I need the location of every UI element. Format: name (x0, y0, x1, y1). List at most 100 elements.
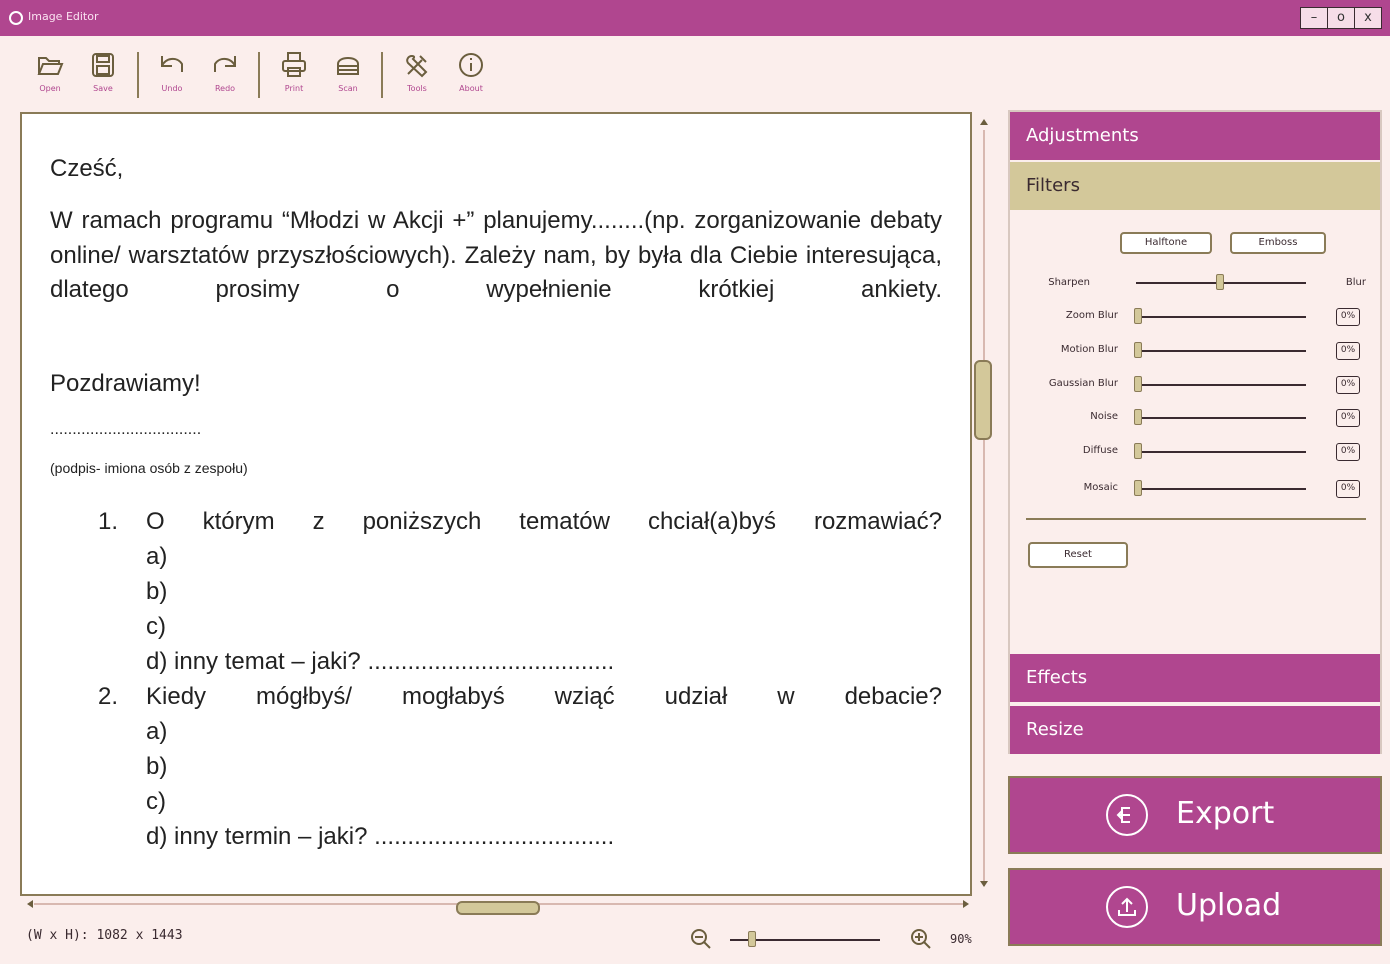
redo-icon (214, 56, 236, 72)
q2-option-c: c) (146, 788, 166, 815)
noise-slider-line (1136, 417, 1306, 419)
export-icon (1106, 794, 1148, 836)
doc-signature-note: (podpis- imiona osób z zespołu) (50, 460, 248, 476)
diffuse-slider-knob[interactable] (1134, 443, 1142, 459)
q2-number: 2. (98, 683, 119, 710)
zoom-blur-slider-knob[interactable] (1134, 308, 1142, 324)
upload-label: Upload (1176, 888, 1282, 923)
title-bar: Image Editor – o x (0, 0, 1390, 36)
blur-label: Blur (1345, 277, 1366, 288)
adjustments-section-header[interactable]: Adjustments (1010, 112, 1380, 160)
zoom-slider-knob[interactable] (748, 931, 756, 947)
tools-icon (406, 54, 428, 78)
zoom-blur-value: 0% (1336, 308, 1360, 326)
mosaic-slider-line (1136, 488, 1306, 490)
mosaic-label: Mosaic (1083, 482, 1118, 493)
window-controls: – o x (1300, 7, 1382, 29)
mosaic-value: 0% (1336, 480, 1360, 498)
undo-button[interactable]: Undo (150, 50, 194, 93)
minimize-button[interactable]: – (1300, 7, 1328, 29)
diffuse-label: Diffuse (1082, 445, 1118, 456)
scroll-up-arrow-icon[interactable] (978, 118, 990, 126)
scroll-right-arrow-icon[interactable] (962, 898, 970, 910)
vertical-scroll-track (983, 130, 985, 886)
doc-closing: Pozdrawiamy! (50, 370, 201, 397)
sharpen-label: Sharpen (1048, 277, 1090, 288)
noise-slider-knob[interactable] (1134, 409, 1142, 425)
export-label: Export (1176, 796, 1275, 831)
about-label: About (459, 84, 483, 93)
undo-icon (161, 56, 183, 72)
q1-number: 1. (98, 508, 119, 535)
open-label: Open (39, 84, 61, 93)
window-title: Image Editor (28, 10, 99, 23)
maximize-button[interactable]: o (1327, 7, 1355, 29)
q1-option-d: d) inny temat – jaki? ..................… (146, 648, 615, 675)
save-button[interactable]: Save (81, 50, 125, 93)
resize-section-header[interactable]: Resize (1010, 706, 1380, 754)
print-label: Print (284, 84, 304, 93)
zoom-in-icon[interactable] (910, 928, 932, 950)
open-button[interactable]: Open (28, 50, 72, 93)
noise-value: 0% (1336, 409, 1360, 427)
zoom-blur-label: Zoom Blur (1065, 310, 1118, 321)
diffuse-value: 0% (1336, 443, 1360, 461)
q2-option-a: a) (146, 718, 168, 745)
close-button[interactable]: x (1354, 7, 1382, 29)
motion-blur-value: 0% (1336, 342, 1360, 360)
redo-button[interactable]: Redo (203, 50, 247, 93)
side-panel: Adjustments Filters Halftone Emboss Shar… (1008, 110, 1382, 754)
q2-option-d: d) inny termin – jaki? .................… (146, 823, 615, 850)
tools-label: Tools (407, 84, 427, 93)
undo-label: Undo (161, 84, 183, 93)
reset-button[interactable]: Reset (1028, 542, 1128, 568)
about-button[interactable]: About (449, 50, 493, 93)
zoom-out-icon[interactable] (690, 928, 712, 950)
panel-divider (1026, 518, 1366, 520)
toolbar: Open Save Undo Redo Print Scan Tools Abo… (0, 36, 1390, 106)
q1-option-c: c) (146, 613, 166, 640)
save-label: Save (93, 84, 113, 93)
q2-text: Kiedy mógłbyś/ mogłabyś wziąć udział w d… (146, 683, 942, 710)
print-button[interactable]: Print (272, 50, 316, 93)
q1-option-a: a) (146, 543, 168, 570)
zoom-level: 90% (950, 932, 972, 946)
tools-button[interactable]: Tools (395, 50, 439, 93)
toolbar-separator (381, 52, 383, 98)
scan-button[interactable]: Scan (326, 50, 370, 93)
q2-option-b: b) (146, 753, 168, 780)
doc-greeting: Cześć, (50, 155, 124, 182)
q1-option-b: b) (146, 578, 168, 605)
filters-section-header[interactable]: Filters (1010, 162, 1380, 210)
motion-blur-slider-knob[interactable] (1134, 342, 1142, 358)
upload-button[interactable]: Upload (1008, 868, 1382, 946)
horizontal-scroll-thumb[interactable] (456, 901, 540, 915)
effects-section-header[interactable]: Effects (1010, 654, 1380, 702)
noise-label: Noise (1090, 411, 1118, 422)
image-dimensions: (W x H): 1082 x 1443 (26, 928, 183, 943)
scan-label: Scan (338, 84, 358, 93)
upload-icon (1106, 886, 1148, 928)
document-canvas[interactable]: Cześć, W ramach programu “Młodzi w Akcji… (20, 112, 972, 896)
mosaic-slider-knob[interactable] (1134, 480, 1142, 496)
emboss-button[interactable]: Emboss (1230, 232, 1326, 254)
toolbar-separator (137, 52, 139, 98)
scroll-left-arrow-icon[interactable] (26, 898, 34, 910)
vertical-scroll-thumb[interactable] (974, 360, 992, 440)
zoom-blur-slider-line (1136, 316, 1306, 318)
diffuse-slider-line (1136, 451, 1306, 453)
redo-label: Redo (214, 84, 236, 93)
gaussian-blur-value: 0% (1336, 376, 1360, 394)
scanner-icon (337, 57, 359, 75)
save-icon (92, 53, 114, 77)
export-button[interactable]: Export (1008, 776, 1382, 854)
gaussian-blur-label: Gaussian Blur (1048, 378, 1118, 389)
vertical-scrollbar[interactable] (978, 118, 990, 888)
scroll-down-arrow-icon[interactable] (978, 880, 990, 888)
app-icon (9, 11, 23, 25)
sharpen-blur-slider-knob[interactable] (1216, 274, 1224, 290)
gaussian-blur-slider-line (1136, 384, 1306, 386)
toolbar-separator (258, 52, 260, 98)
gaussian-blur-slider-knob[interactable] (1134, 376, 1142, 392)
halftone-button[interactable]: Halftone (1120, 232, 1212, 254)
